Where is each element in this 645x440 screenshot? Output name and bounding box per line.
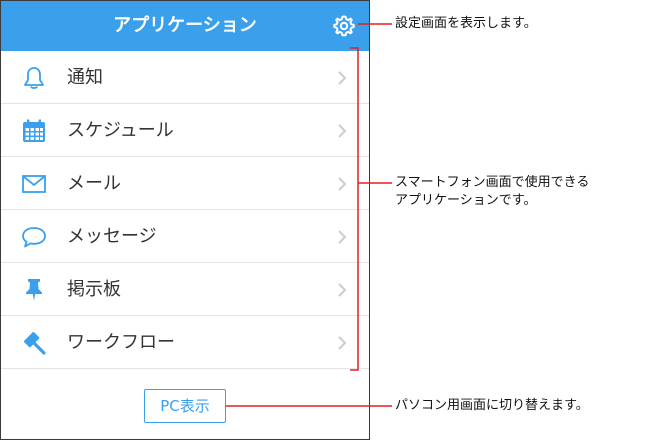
annotation-lines <box>226 23 392 407</box>
apps-annotation-line1: スマートフォン画面で使用できる <box>395 175 590 190</box>
apps-annotation-line2: アプリケーションです。 <box>395 193 537 208</box>
pc-annotation: パソコン用画面に切り替えます。 <box>395 398 589 413</box>
apps-bracket <box>350 47 359 371</box>
settings-annotation: 設定画面を表示します。 <box>395 16 537 31</box>
